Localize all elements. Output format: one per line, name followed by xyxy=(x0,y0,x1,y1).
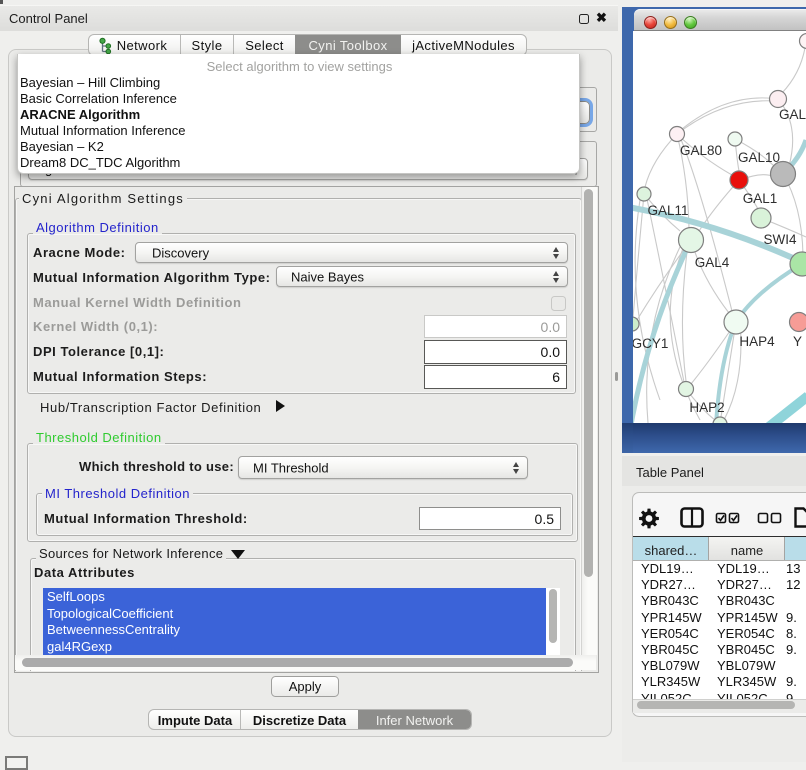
svg-text:GAL80: GAL80 xyxy=(680,143,722,158)
svg-text:Y: Y xyxy=(793,334,802,349)
svg-text:GAL11: GAL11 xyxy=(647,203,688,218)
svg-text:GCY1: GCY1 xyxy=(633,336,668,351)
svg-text:GAL4: GAL4 xyxy=(695,255,730,270)
svg-text:GAL1: GAL1 xyxy=(743,191,778,206)
svg-text:HAP4: HAP4 xyxy=(739,334,775,349)
svg-text:GAL: GAL xyxy=(779,107,806,122)
svg-text:GAL10: GAL10 xyxy=(738,150,780,165)
svg-text:SWI4: SWI4 xyxy=(763,232,796,247)
svg-text:HAP2: HAP2 xyxy=(689,400,724,415)
